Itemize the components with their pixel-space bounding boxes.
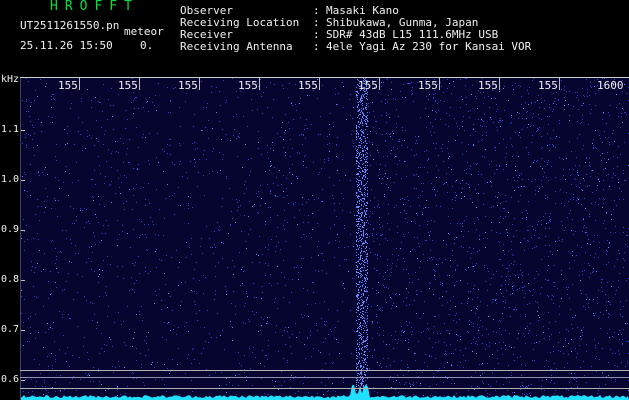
y-tick-mark (21, 180, 25, 181)
y-tick-mark (21, 330, 25, 331)
y-tick-label: 0.9 (1, 224, 20, 235)
x-tick-mark (79, 78, 80, 90)
hrofft-window: HROFFT UT2511261550.pn meteor 25.11.26 1… (0, 0, 629, 400)
y-tick-label: 1.1 (1, 124, 20, 135)
info-label: Receiving Antenna (180, 40, 293, 53)
info-separator: : (313, 40, 320, 53)
x-tick-mark (439, 78, 440, 90)
x-tick-label: 155 (418, 79, 438, 92)
power-trace-line (20, 384, 629, 400)
file-name: UT2511261550.pn (20, 19, 120, 32)
x-tick-label: 155 (58, 79, 78, 92)
top-axis-line (20, 77, 629, 78)
x-tick-label: 155 (178, 79, 198, 92)
y-tick-mark (21, 230, 25, 231)
reference-line (20, 388, 629, 389)
frequency-unit-label: kHz (1, 74, 20, 85)
meteor-count: 0. (140, 39, 154, 52)
x-tick-label: 1600 (597, 79, 624, 92)
meteor-label: meteor (124, 25, 164, 38)
x-tick-label: 155 (298, 79, 318, 92)
app-title: HROFFT (50, 0, 139, 14)
reference-line (20, 377, 629, 378)
x-tick-mark (319, 78, 320, 90)
y-tick-mark (21, 280, 25, 281)
y-tick-label: 0.6 (1, 374, 20, 385)
x-tick-mark (139, 78, 140, 90)
x-tick-label: 155 (118, 79, 138, 92)
y-tick-label: 1.0 (1, 174, 20, 185)
x-tick-label: 155 (238, 79, 258, 92)
x-tick-mark (259, 78, 260, 90)
date-time: 25.11.26 15:50 (20, 39, 113, 52)
x-tick-label: 155 (358, 79, 378, 92)
spectrogram-plot (20, 78, 629, 400)
y-tick-mark (21, 130, 25, 131)
left-axis-line (20, 78, 21, 400)
x-tick-label: 155 (538, 79, 558, 92)
y-tick-label: 0.8 (1, 274, 20, 285)
x-tick-mark (499, 78, 500, 90)
y-tick-label: 0.7 (1, 324, 20, 335)
x-tick-mark (199, 78, 200, 90)
power-trace (20, 384, 629, 400)
x-tick-mark (559, 78, 560, 90)
y-tick-mark (21, 380, 25, 381)
reference-line (20, 370, 629, 371)
info-value: 4ele Yagi Az 230 for Kansai VOR (326, 40, 532, 53)
x-tick-label: 155 (478, 79, 498, 92)
x-tick-mark (379, 78, 380, 90)
